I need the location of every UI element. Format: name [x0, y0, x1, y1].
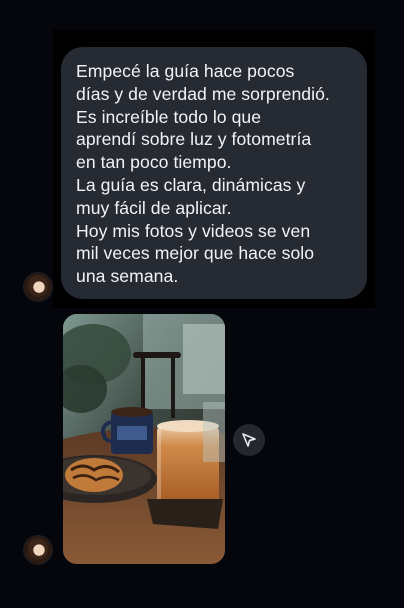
- photo-illustration: [63, 314, 225, 564]
- share-button[interactable]: [233, 424, 265, 456]
- received-message-bubble[interactable]: Empecé la guía hace pocos días y de verd…: [61, 47, 367, 299]
- sender-avatar[interactable]: [24, 536, 52, 564]
- sender-avatar[interactable]: [24, 273, 52, 301]
- chat-screen: Empecé la guía hace pocos días y de verd…: [0, 0, 404, 608]
- avatar-face: [28, 275, 48, 297]
- received-photo-message[interactable]: [63, 314, 225, 564]
- message-text: Empecé la guía hace pocos días y de verd…: [76, 61, 330, 287]
- send-arrow-icon: [242, 433, 256, 447]
- avatar-face: [28, 538, 48, 560]
